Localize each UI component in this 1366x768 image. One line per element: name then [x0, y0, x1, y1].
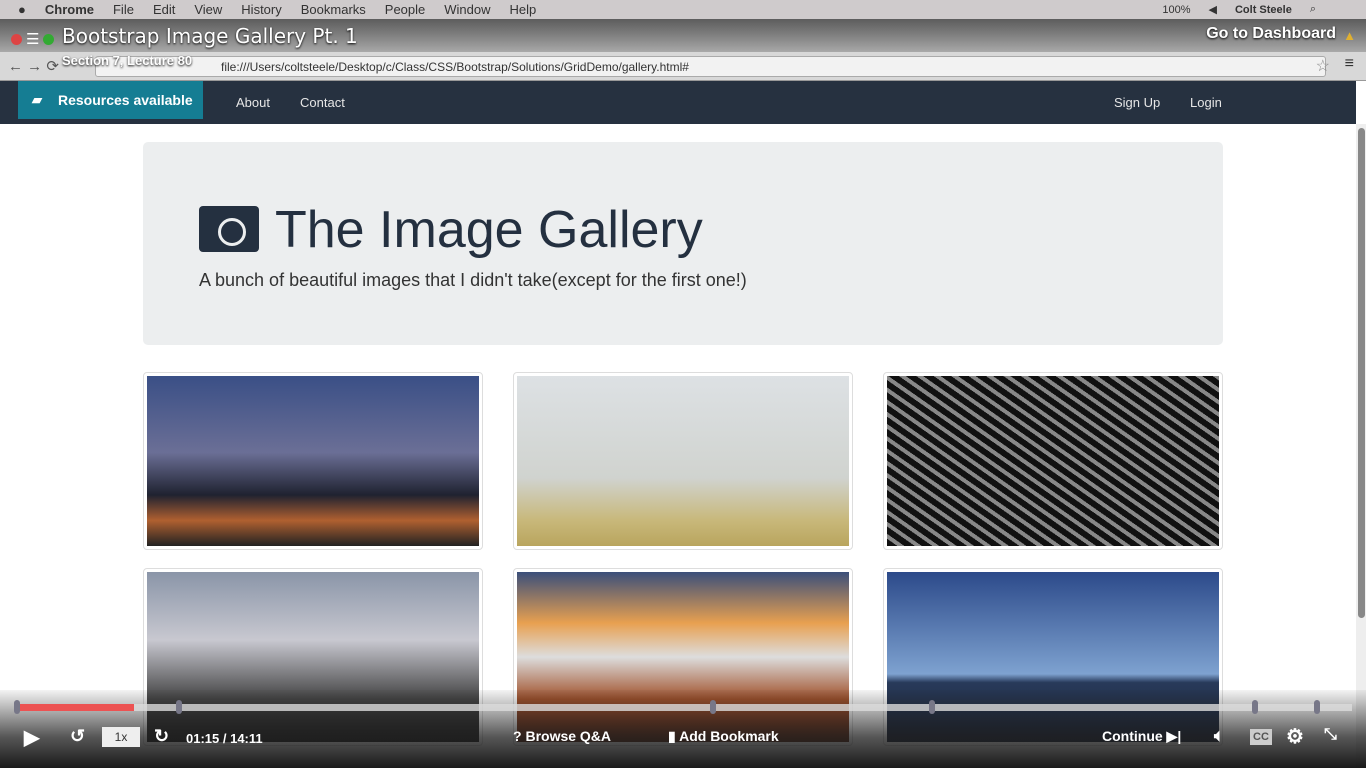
playback-speed-button[interactable]: 1x — [102, 727, 140, 747]
resources-button[interactable]: ▰ Resources available — [18, 81, 203, 119]
camera-icon — [199, 206, 259, 252]
play-icon[interactable]: ▶ — [24, 725, 39, 750]
add-bookmark-button[interactable]: ▮ Add Bookmark — [668, 728, 779, 745]
add-bookmark-label: Add Bookmark — [679, 728, 779, 744]
continue-button[interactable]: Continue ▶| — [1102, 728, 1181, 745]
browse-qa-label: Browse Q&A — [525, 728, 612, 744]
menu-history[interactable]: History — [241, 2, 281, 17]
forward-icon[interactable]: ↻ — [154, 726, 169, 747]
settings-gear-icon[interactable]: ⚙ — [1286, 724, 1304, 749]
browse-qa-button[interactable]: ? Browse Q&A — [513, 728, 611, 744]
gallery-image-fog[interactable] — [513, 372, 853, 550]
chapter-marker[interactable] — [176, 700, 182, 714]
zoom-dot[interactable] — [43, 33, 55, 45]
volume-icon[interactable]: ◀ — [1209, 3, 1217, 16]
progress-fill — [16, 704, 134, 711]
question-icon: ? — [513, 728, 522, 744]
chapter-marker[interactable] — [710, 700, 716, 714]
menu-view[interactable]: View — [194, 2, 222, 17]
menu-bookmarks[interactable]: Bookmarks — [301, 2, 366, 17]
resources-label: Resources available — [58, 92, 193, 108]
user-name[interactable]: Colt Steele — [1235, 4, 1292, 16]
exit-fullscreen-icon[interactable]: ⤡ — [1324, 726, 1337, 744]
site-navbar: About Contact Sign Up Login — [0, 81, 1356, 124]
jumbotron: The Image Gallery A bunch of beautiful i… — [143, 142, 1223, 345]
go-to-dashboard-link[interactable]: Go to Dashboard — [1206, 25, 1336, 43]
search-icon[interactable]: ⌕ — [1310, 3, 1316, 16]
os-menubar: ● Chrome File Edit View History Bookmark… — [0, 0, 1366, 19]
browser-toolbar: ← → ⟳ file:///Users/coltsteele/Desktop/c… — [0, 52, 1366, 81]
progress-bar[interactable] — [14, 700, 1352, 714]
menu-window[interactable]: Window — [444, 2, 490, 17]
menu-edit[interactable]: Edit — [153, 2, 175, 17]
apple-icon[interactable]: ● — [18, 2, 26, 17]
menu-help[interactable]: Help — [510, 2, 537, 17]
continue-label: Continue — [1102, 728, 1163, 744]
skip-next-icon: ▶| — [1166, 728, 1182, 744]
star-icon[interactable]: ☆ — [1316, 56, 1330, 76]
chapter-marker[interactable] — [929, 700, 935, 714]
back-icon[interactable]: ← → ⟳ — [8, 57, 59, 75]
volume-icon[interactable]: 🔈︎ — [1214, 726, 1224, 746]
menu-file[interactable]: File — [113, 2, 134, 17]
page-subheading: A bunch of beautiful images that I didn'… — [199, 270, 747, 290]
lecture-title: Bootstrap Image Gallery Pt. 1 — [62, 24, 358, 48]
chrome-menu-icon[interactable]: ≡ — [1345, 55, 1354, 73]
nav-login[interactable]: Login — [1190, 95, 1222, 110]
scrollbar[interactable] — [1356, 124, 1366, 768]
menu-app[interactable]: Chrome — [45, 2, 94, 17]
nav-contact[interactable]: Contact — [300, 95, 345, 110]
folder-icon: ▰ — [32, 92, 42, 107]
menu-people[interactable]: People — [385, 2, 425, 17]
address-bar[interactable]: file:///Users/coltsteele/Desktop/c/Class… — [95, 56, 1326, 77]
page-content: The Image Gallery A bunch of beautiful i… — [0, 124, 1356, 768]
chapter-marker[interactable] — [1314, 700, 1320, 714]
close-dot[interactable] — [11, 33, 22, 45]
nav-signup[interactable]: Sign Up — [1114, 95, 1160, 110]
page-heading: The Image Gallery — [275, 201, 703, 259]
chapter-marker[interactable] — [14, 700, 20, 714]
rewind-icon[interactable]: ↺ — [70, 726, 85, 747]
warning-icon: ▲ — [1343, 28, 1356, 43]
bookmark-icon: ▮ — [668, 728, 676, 744]
gallery-image-architecture[interactable] — [883, 372, 1223, 550]
battery-level: 100% — [1162, 3, 1191, 16]
nav-about[interactable]: About — [236, 95, 270, 110]
scrollbar-thumb[interactable] — [1358, 128, 1365, 618]
gallery-image-bridge[interactable] — [143, 372, 483, 550]
chapter-marker[interactable] — [1252, 700, 1258, 714]
time-display: 01:15 / 14:11 — [186, 731, 263, 746]
curriculum-list-icon[interactable]: ☰ — [26, 30, 39, 48]
captions-button[interactable]: CC — [1250, 729, 1272, 745]
window-controls: ☰ — [11, 30, 55, 48]
lecture-subtitle: Section 7, Lecture 80 — [62, 53, 193, 68]
